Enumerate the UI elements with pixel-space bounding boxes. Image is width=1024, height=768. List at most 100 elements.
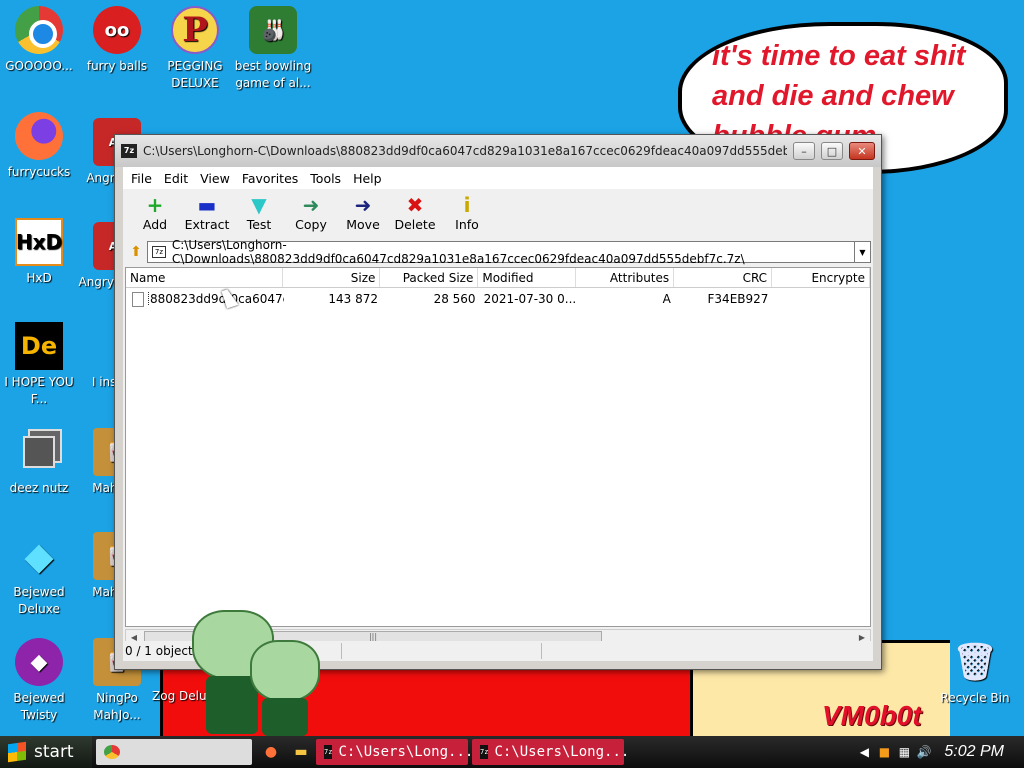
column-packed-size[interactable]: Packed Size <box>380 268 479 287</box>
tray-expand-icon[interactable]: ◀ <box>854 745 874 759</box>
up-folder-button[interactable]: ⬆ <box>125 241 147 263</box>
extract-label: Extract <box>184 217 230 232</box>
desktop-icon-bowling[interactable]: 🎳 best bowling game of al... <box>234 6 312 92</box>
status-divider <box>341 643 342 659</box>
address-bar: ⬆ 7z C:\Users\Longhorn-C\Downloads\88082… <box>123 238 873 266</box>
info-label: Info <box>455 217 479 232</box>
desktop-icon-label: furrycucks <box>7 165 71 179</box>
network-icon[interactable]: ▦ <box>894 745 914 759</box>
chevron-down-icon: ▼ <box>859 247 866 257</box>
furry-ball-icon: oo <box>93 6 141 54</box>
check-arrow-icon: ▼ <box>251 193 267 217</box>
menu-help[interactable]: Help <box>347 171 388 186</box>
folder-quicklaunch-icon[interactable]: ▬ <box>290 742 312 762</box>
status-divider <box>541 643 542 659</box>
column-name[interactable]: Name <box>126 268 283 287</box>
desktop-icon-bejeweled-twisty[interactable]: ◆ Bejewed Twisty <box>0 638 78 724</box>
desktop-icon-label: Recycle Bin <box>940 691 1010 705</box>
title-bar[interactable]: 7z C:\Users\Longhorn-C\Downloads\880823d… <box>115 135 881 167</box>
desktop-icon-label: furry balls <box>86 59 148 73</box>
desktop-icon-pegging[interactable]: P PEGGING DELUXE <box>156 6 234 92</box>
system-tray: ◀ ■ ▦ 🔊 5:02 PM <box>854 736 1024 768</box>
maximize-button[interactable]: □ <box>821 142 843 160</box>
column-size[interactable]: Size <box>283 268 381 287</box>
file-attributes: A <box>662 292 671 306</box>
menu-edit[interactable]: Edit <box>158 171 194 186</box>
taskbar-7zip-button[interactable]: 7z C:\Users\Long... <box>316 739 473 765</box>
windows-logo-icon <box>8 741 26 763</box>
clock[interactable]: 5:02 PM <box>944 743 1004 761</box>
copy-button[interactable]: ➜ Copy <box>285 193 337 232</box>
start-label: start <box>34 742 74 762</box>
desktop-icon-firefox[interactable]: furrycucks <box>0 112 78 181</box>
close-button[interactable]: ✕ <box>849 142 875 160</box>
window-title: C:\Users\Longhorn-C\Downloads\880823dd9d… <box>143 144 787 158</box>
column-modified[interactable]: Modified <box>478 268 577 287</box>
de-app-icon: De <box>15 322 63 370</box>
menu-bar: File Edit View Favorites Tools Help <box>123 167 873 189</box>
desktop-icon-de[interactable]: De I HOPE YOU F... <box>0 322 78 408</box>
desktop-icon-label: PEGGING DELUXE <box>167 59 223 90</box>
up-arrow-icon: ⬆ <box>130 244 142 260</box>
desktop-icon-hxd[interactable]: HxD HxD <box>0 218 78 287</box>
taskbar-7zip-label: C:\Users\Long... <box>494 744 630 760</box>
info-button[interactable]: i Info <box>441 193 493 232</box>
file-modified: 2021-07-30 0... <box>483 292 577 306</box>
copy-label: Copy <box>295 217 327 232</box>
watermark: VM0b0t <box>822 700 922 731</box>
add-button[interactable]: + Add <box>129 193 181 232</box>
menu-view[interactable]: View <box>194 171 236 186</box>
character-body <box>262 698 308 736</box>
test-label: Test <box>246 217 272 232</box>
column-crc[interactable]: CRC <box>674 268 773 287</box>
desktop-icon-deez[interactable]: deez nutz <box>0 428 78 497</box>
desktop-icon-recycle-bin[interactable]: 🗑 Recycle Bin <box>936 638 1014 707</box>
desktop-icon-label: deez nutz <box>9 481 69 495</box>
desktop-icon-label: Bejewed Twisty <box>13 691 65 722</box>
tray-app-icon[interactable]: ■ <box>874 745 894 759</box>
taskbar: start ● ▬ 7z C:\Users\Long... 7z C:\User… <box>0 736 1024 768</box>
firefox-quicklaunch-icon[interactable]: ● <box>260 742 282 762</box>
column-encrypted[interactable]: Encrypte <box>772 268 870 287</box>
desktop-icon-label: best bowling game of al... <box>234 59 312 90</box>
twisty-gem-icon: ◆ <box>15 638 63 686</box>
taskbar-chrome-button[interactable] <box>96 739 252 765</box>
desktop-icon-bejeweled-deluxe[interactable]: ◆ Bejewed Deluxe <box>0 532 78 618</box>
plus-icon: + <box>146 193 164 217</box>
taskbar-7zip-button-2[interactable]: 7z C:\Users\Long... <box>472 739 629 765</box>
diamond-icon: ◆ <box>24 533 54 578</box>
menu-favorites[interactable]: Favorites <box>236 171 304 186</box>
menu-tools[interactable]: Tools <box>304 171 347 186</box>
window-client: File Edit View Favorites Tools Help + Ad… <box>123 167 873 661</box>
volume-icon[interactable]: 🔊 <box>914 745 934 759</box>
extract-button[interactable]: ▬ Extract <box>181 193 233 232</box>
7zip-icon: 7z <box>324 745 333 759</box>
menu-file[interactable]: File <box>125 171 158 186</box>
character-body <box>206 676 258 734</box>
column-attributes[interactable]: Attributes <box>576 268 675 287</box>
delete-x-icon: ✖ <box>406 193 424 217</box>
file-icon <box>132 291 144 307</box>
chrome-icon <box>15 6 63 54</box>
copy-arrow-icon: ➜ <box>302 193 320 217</box>
start-button[interactable]: start <box>0 736 92 768</box>
address-input[interactable]: 7z C:\Users\Longhorn-C\Downloads\880823d… <box>147 238 855 266</box>
file-packed-size: 28 560 <box>433 292 476 306</box>
archive-icon: 7z <box>152 246 166 258</box>
move-arrow-icon: ➜ <box>354 193 372 217</box>
chrome-icon <box>104 745 120 759</box>
desktop-icon-chrome[interactable]: GOOOOO... <box>0 6 78 75</box>
firefox-icon <box>15 112 63 160</box>
file-row[interactable]: 880823dd9df0ca6047c... 143 872 28 560 20… <box>126 288 870 310</box>
desktop-icon-furry-balls[interactable]: oo furry balls <box>78 6 156 75</box>
delete-button[interactable]: ✖ Delete <box>389 193 441 232</box>
toolbar: + Add ▬ Extract ▼ Test ➜ Copy ➜ Move ✖ D… <box>123 189 873 239</box>
hxd-icon: HxD <box>15 218 63 266</box>
minimize-button[interactable]: – <box>793 142 815 160</box>
test-button[interactable]: ▼ Test <box>233 193 285 232</box>
move-button[interactable]: ➜ Move <box>337 193 389 232</box>
address-dropdown-button[interactable]: ▼ <box>855 241 871 263</box>
file-crc: F34EB927 <box>707 292 769 306</box>
desktop-icon-label: HxD <box>26 271 52 285</box>
desktop-icon-label: NingPo MahJo... <box>93 691 141 722</box>
